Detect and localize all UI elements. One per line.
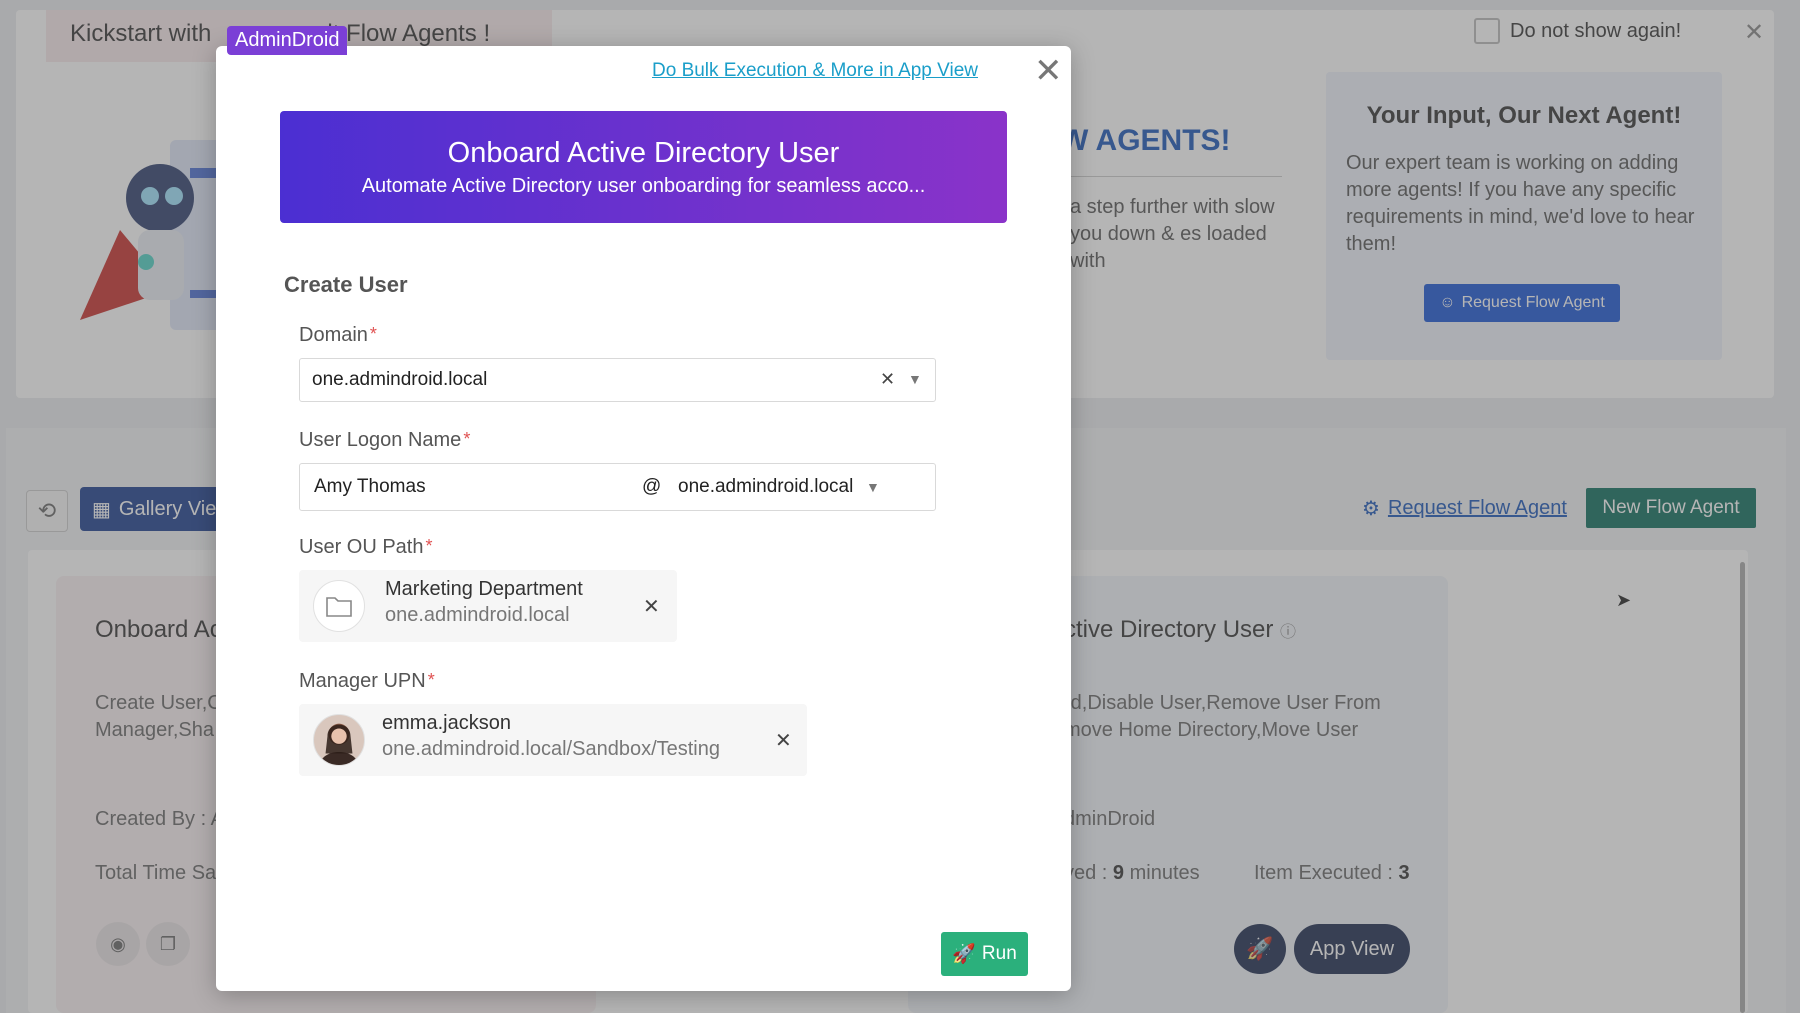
- ou-name: Marketing Department: [385, 578, 583, 600]
- run-button[interactable]: 🚀 Run: [941, 932, 1028, 976]
- required-asterisk: *: [427, 670, 435, 690]
- agent-banner: Onboard Active Directory User Automate A…: [280, 111, 1007, 223]
- at-sign: @: [642, 476, 662, 497]
- domain-value: one.admindroid.local: [312, 369, 488, 390]
- admindroid-badge: AdminDroid: [227, 26, 348, 55]
- ou-domain: one.admindroid.local: [385, 604, 570, 626]
- manager-path: one.admindroid.local/Sandbox/Testing: [382, 738, 720, 760]
- logon-name-label: User Logon Name *: [299, 429, 471, 451]
- required-asterisk: *: [425, 536, 433, 556]
- agent-title: Onboard Active Directory User: [447, 137, 840, 169]
- chevron-down-icon[interactable]: ▼: [866, 479, 880, 495]
- logon-domain-select[interactable]: one.admindroid.local: [678, 476, 853, 498]
- section-title: Create User: [284, 272, 408, 297]
- required-asterisk: *: [463, 429, 471, 449]
- bulk-execution-link[interactable]: Do Bulk Execution & More in App View: [652, 60, 978, 82]
- clear-icon[interactable]: ✕: [880, 369, 895, 390]
- logon-name-field[interactable]: Amy Thomas @ one.admindroid.local ▼: [299, 463, 936, 511]
- manager-chip: emma.jackson one.admindroid.local/Sandbo…: [299, 704, 807, 776]
- required-asterisk: *: [369, 324, 377, 344]
- ou-path-label: User OU Path *: [299, 536, 433, 558]
- agent-subtitle: Automate Active Directory user onboardin…: [361, 175, 926, 197]
- manager-upn-label: Manager UPN *: [299, 670, 435, 692]
- ou-chip: Marketing Department one.admindroid.loca…: [299, 570, 677, 642]
- remove-icon[interactable]: ✕: [643, 594, 660, 619]
- remove-icon[interactable]: ✕: [775, 728, 792, 753]
- folder-icon: [313, 580, 365, 632]
- chevron-down-icon[interactable]: ▼: [908, 371, 922, 387]
- logon-name-input[interactable]: Amy Thomas: [314, 476, 426, 498]
- avatar: [313, 714, 365, 766]
- manager-name: emma.jackson: [382, 712, 511, 734]
- flow-agent-modal: Do Bulk Execution & More in App View ✕ O…: [216, 46, 1071, 991]
- domain-select[interactable]: one.admindroid.local ✕ ▼: [299, 358, 936, 402]
- rocket-icon: 🚀: [952, 944, 976, 965]
- close-icon[interactable]: ✕: [1034, 54, 1063, 88]
- domain-label: Domain *: [299, 324, 377, 346]
